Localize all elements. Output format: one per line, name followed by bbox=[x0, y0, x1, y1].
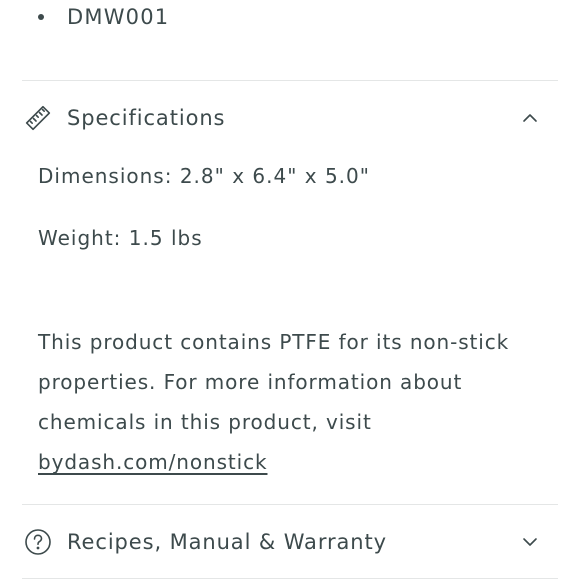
divider bbox=[22, 504, 558, 505]
ptfe-notice: This product contains PTFE for its non-s… bbox=[38, 322, 538, 482]
divider bbox=[22, 578, 558, 579]
divider bbox=[22, 80, 558, 81]
nonstick-link[interactable]: bydash.com/nonstick bbox=[38, 450, 267, 474]
dimensions-text: Dimensions: 2.8" x 6.4" x 5.0" bbox=[38, 164, 370, 188]
bullet-list-item: DMW001 bbox=[38, 2, 169, 32]
chevron-down-icon[interactable] bbox=[520, 532, 540, 552]
specifications-accordion-header[interactable]: Specifications bbox=[22, 96, 558, 140]
notice-text: This product contains PTFE for its non-s… bbox=[38, 330, 510, 434]
ruler-icon bbox=[22, 102, 54, 134]
chevron-up-icon[interactable] bbox=[520, 108, 540, 128]
list-item-text: DMW001 bbox=[67, 5, 170, 29]
bullet-dot bbox=[38, 14, 44, 20]
recipes-title: Recipes, Manual & Warranty bbox=[67, 530, 387, 554]
question-circle-icon bbox=[22, 526, 54, 558]
specifications-title: Specifications bbox=[67, 106, 226, 130]
weight-text: Weight: 1.5 lbs bbox=[38, 226, 203, 250]
recipes-accordion-header[interactable]: Recipes, Manual & Warranty bbox=[22, 520, 558, 564]
